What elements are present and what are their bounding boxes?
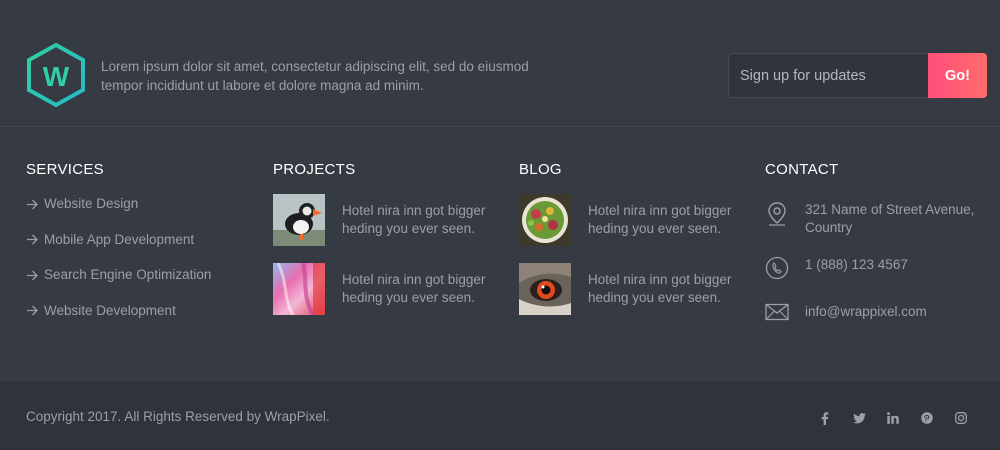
contact-heading: CONTACT [765, 161, 839, 178]
blog-post[interactable]: Hotel nira inn got bigger heding you eve… [519, 194, 749, 246]
service-label: Search Engine Optimization [44, 267, 212, 282]
envelope-icon [765, 303, 805, 326]
copyright-text: Copyright 2017. All Rights Reserved by W… [26, 409, 330, 424]
service-label: Website Design [44, 196, 139, 211]
contact-email-link[interactable]: info@wrappixel.com [805, 303, 927, 321]
service-link-seo[interactable]: Search Engine Optimization [26, 265, 256, 301]
service-label: Website Development [44, 302, 176, 318]
blog-thumbnail-owl-eye[interactable] [519, 263, 571, 315]
project-post-text[interactable]: Hotel nira inn got bigger heding you eve… [342, 263, 502, 315]
project-post-text[interactable]: Hotel nira inn got bigger heding you eve… [342, 194, 502, 246]
social-links [808, 409, 978, 427]
project-thumbnail-abstract[interactable] [273, 263, 325, 315]
footer-tagline: Lorem ipsum dolor sit amet, consectetur … [101, 59, 529, 93]
contact-address-text: 321 Name of Street Avenue, Country [805, 202, 975, 235]
contact-phone-text[interactable]: 1 (888) 123 4567 [805, 256, 908, 274]
blog-post[interactable]: Hotel nira inn got bigger heding you eve… [519, 263, 749, 315]
newsletter-email-input[interactable] [728, 53, 928, 98]
project-thumbnail-puffin[interactable] [273, 194, 325, 246]
blog-thumbnail-salad[interactable] [519, 194, 571, 246]
arrow-right-icon [26, 194, 44, 214]
linkedin-icon[interactable] [876, 409, 910, 427]
contact-email: info@wrappixel.com [765, 303, 995, 326]
project-post[interactable]: Hotel nira inn got bigger heding you eve… [273, 194, 503, 246]
services-heading: SERVICES [26, 161, 104, 178]
contact-phone: 1 (888) 123 4567 [765, 256, 995, 285]
twitter-icon[interactable] [842, 409, 876, 427]
service-label: Mobile App Development [44, 231, 195, 247]
footer-top-bar: W Lorem ipsum dolor sit amet, consectetu… [0, 0, 1000, 127]
projects-column: PROJECTS Hotel nira inn got bigger hedin… [273, 160, 503, 332]
phone-icon [765, 256, 805, 285]
blog-heading: BLOG [519, 161, 562, 178]
service-link-website-development[interactable]: Website Development [26, 301, 256, 337]
newsletter-form: Go! [728, 53, 988, 98]
instagram-icon[interactable] [944, 409, 978, 427]
blog-post-text[interactable]: Hotel nira inn got bigger heding you eve… [588, 194, 748, 246]
footer-bottom-bar: Copyright 2017. All Rights Reserved by W… [0, 381, 1000, 450]
arrow-right-icon [26, 265, 44, 285]
map-pin-icon [765, 201, 805, 232]
service-link-mobile-app-development[interactable]: Mobile App Development [26, 230, 256, 266]
services-column: SERVICES Website Design Mobile App Devel… [26, 160, 256, 336]
newsletter-submit-button[interactable]: Go! [928, 53, 987, 98]
arrow-right-icon [26, 230, 44, 250]
logo-letter: W [43, 61, 70, 92]
contact-column: CONTACT 321 Name of Street Avenue, Count… [765, 160, 995, 326]
wrappixel-logo-icon[interactable]: W [25, 42, 87, 108]
pinterest-icon[interactable] [910, 409, 944, 427]
contact-address: 321 Name of Street Avenue, Country [765, 201, 995, 237]
facebook-icon[interactable] [808, 409, 842, 427]
blog-column: BLOG Hotel nira inn got bigger heding yo… [519, 160, 749, 332]
arrow-right-icon [26, 301, 44, 321]
projects-heading: PROJECTS [273, 161, 356, 178]
project-post[interactable]: Hotel nira inn got bigger heding you eve… [273, 263, 503, 315]
services-list: Website Design Mobile App Development Se… [26, 194, 256, 336]
service-link-website-design[interactable]: Website Design [26, 194, 256, 230]
blog-post-text[interactable]: Hotel nira inn got bigger heding you eve… [588, 263, 748, 315]
